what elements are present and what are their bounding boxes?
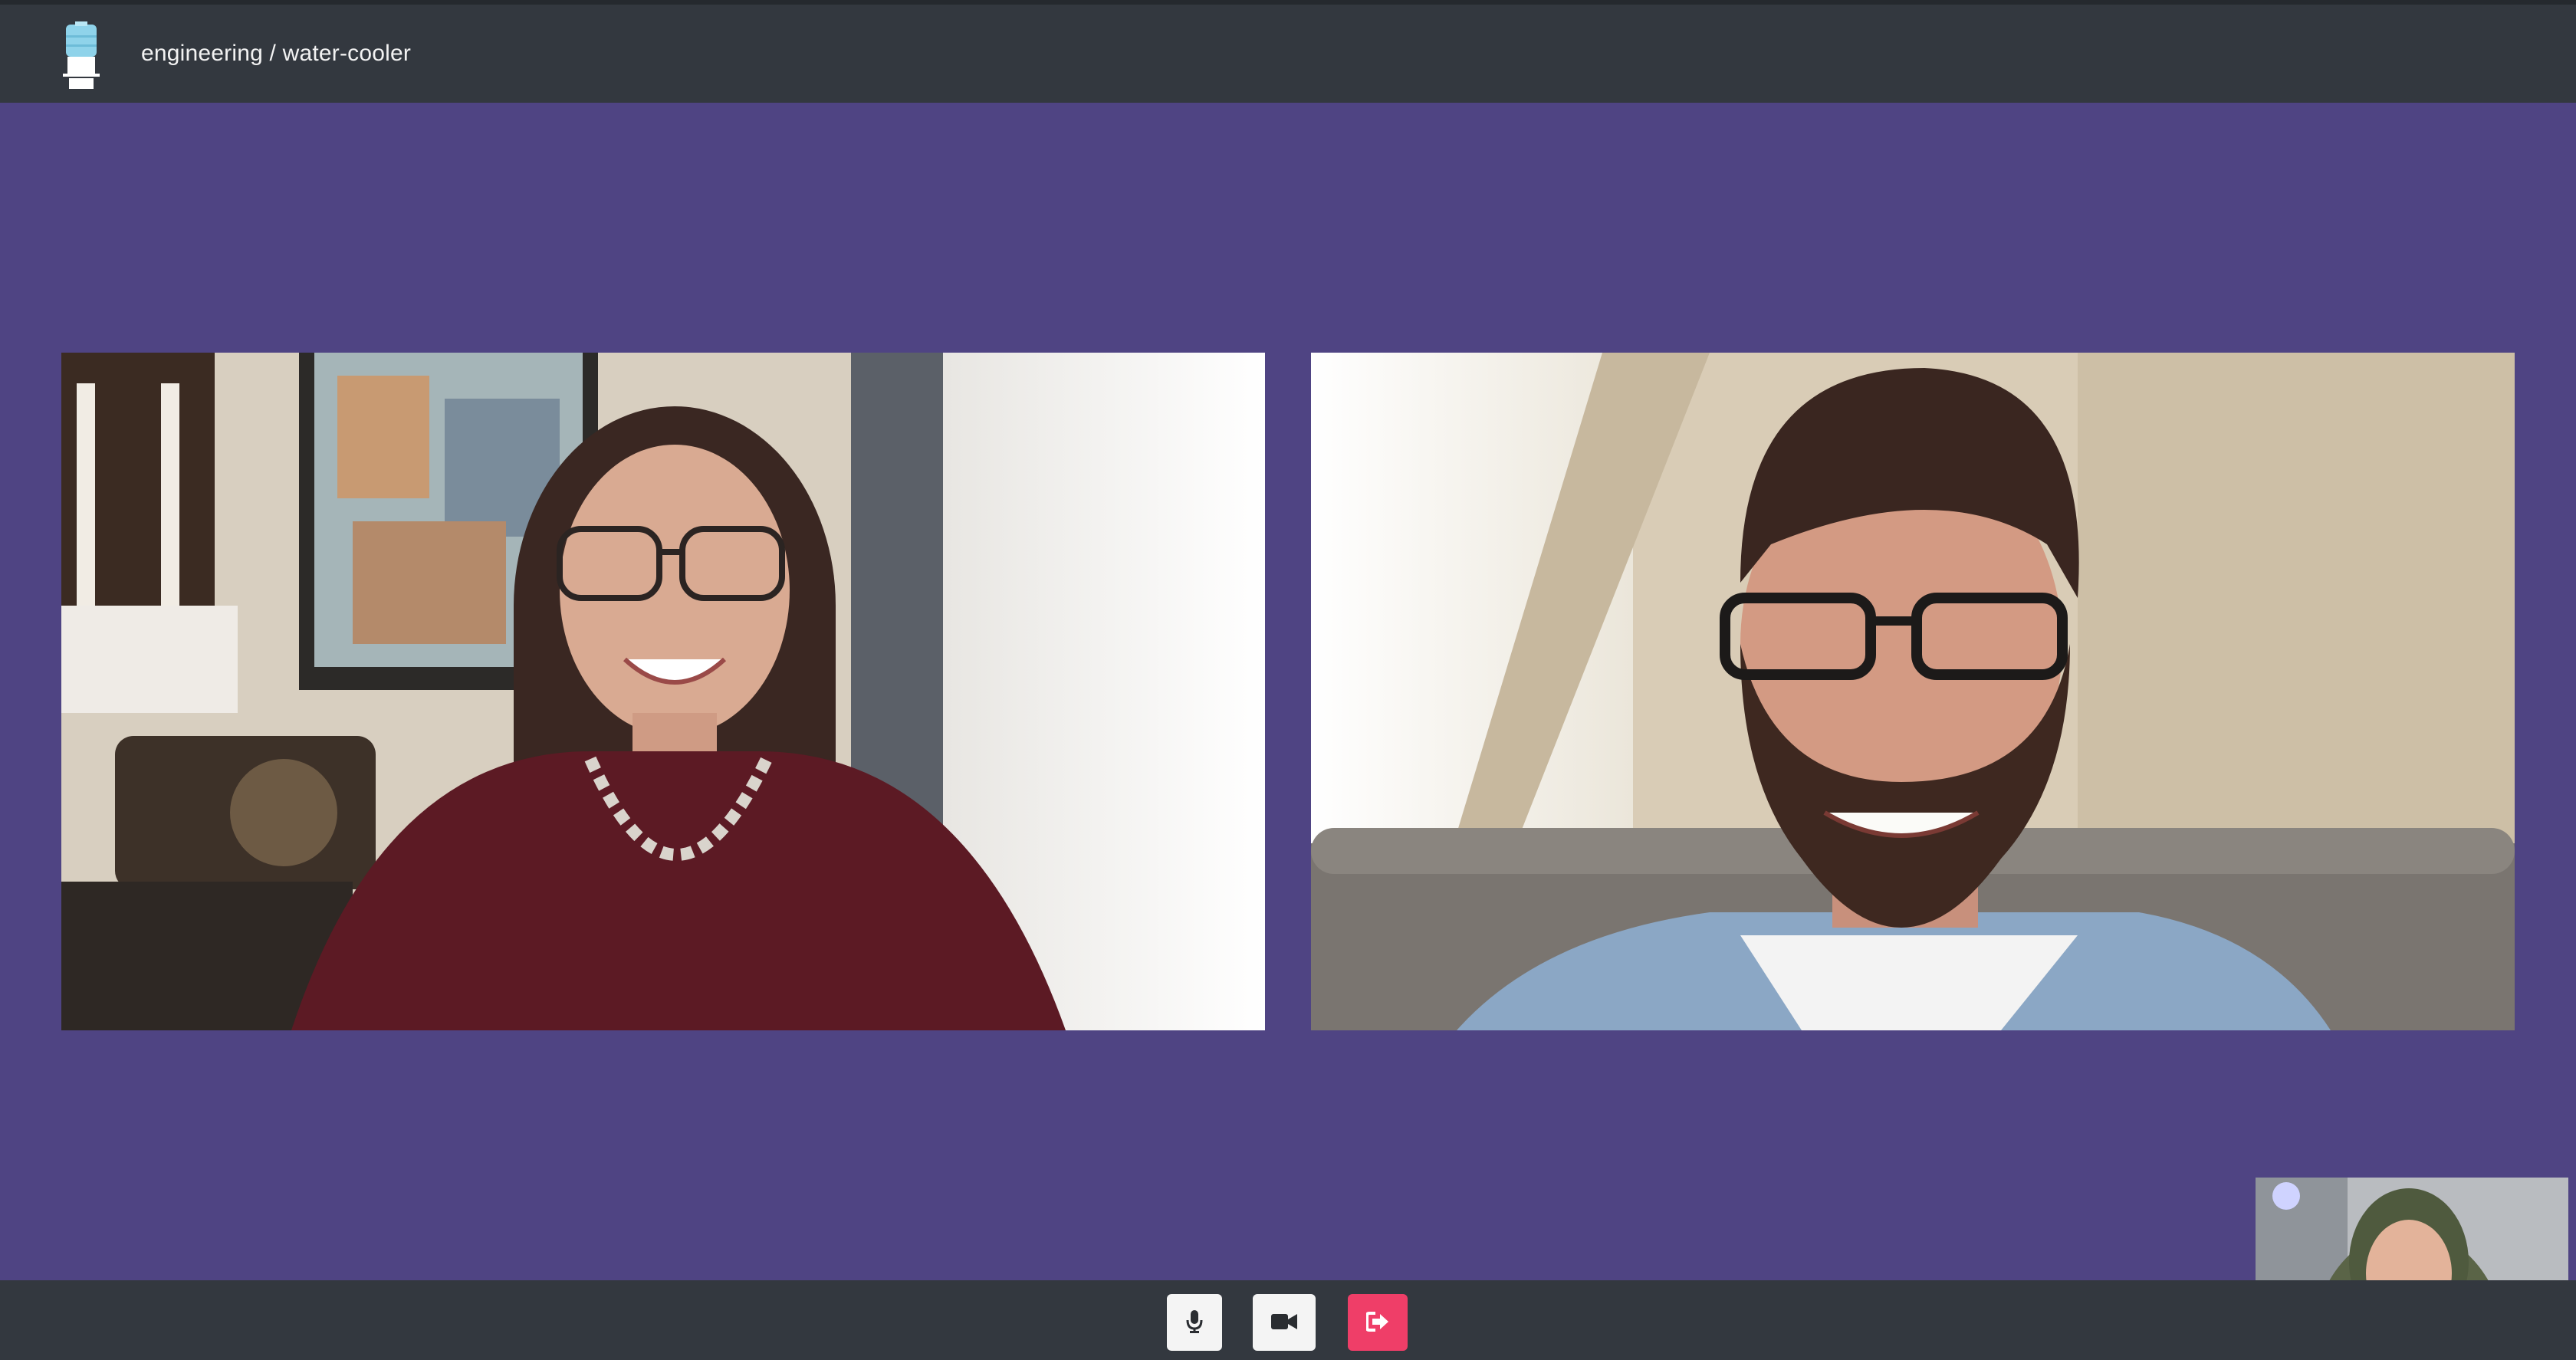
toggle-camera-button[interactable] (1253, 1294, 1316, 1351)
microphone-icon (1186, 1309, 1203, 1335)
video-call-app: engineering / water-cooler (0, 0, 2576, 1360)
video-camera-icon (1271, 1312, 1297, 1333)
water-cooler-icon (60, 21, 103, 90)
participant-video-feed (1311, 353, 2515, 1030)
mute-microphone-button[interactable] (1167, 1294, 1222, 1351)
leave-call-button[interactable] (1348, 1294, 1408, 1351)
participant-video-feed (61, 353, 1265, 1030)
top-bar: engineering / water-cooler (0, 0, 2576, 103)
participant-video-tile (61, 353, 1265, 1030)
leave-icon (1365, 1311, 1389, 1334)
participant-video-tile (1311, 353, 2515, 1030)
channel-title: engineering / water-cooler (141, 41, 412, 66)
